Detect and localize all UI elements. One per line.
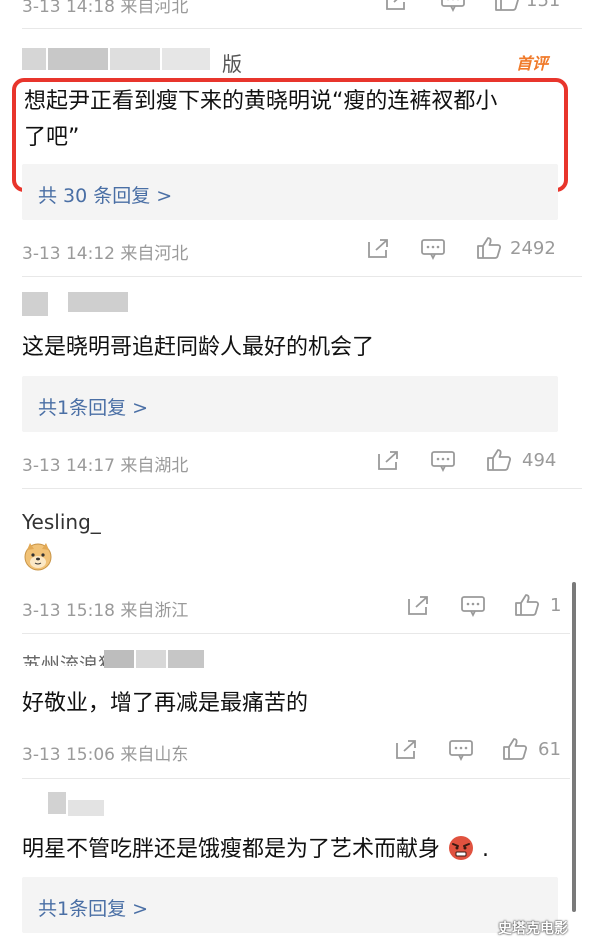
- username-blurred: [104, 650, 134, 668]
- like-button[interactable]: 1: [514, 593, 561, 617]
- view-replies-link[interactable]: 共 30 条回复 >: [38, 181, 172, 208]
- username-blurred: [68, 800, 104, 816]
- divider: [22, 276, 582, 277]
- username-blurred: [110, 48, 160, 70]
- username-blurred: [162, 48, 210, 70]
- view-replies-link[interactable]: 共1条回复 >: [38, 894, 148, 921]
- comment-content: 想起尹正看到瘦下来的黄晓明说“瘦的连裤衩都小: [24, 89, 498, 114]
- like-count: 151: [526, 0, 561, 11]
- comment-content: 这是晓明哥追赶同龄人最好的机会了: [22, 335, 375, 360]
- angry-emoji-icon: [447, 834, 475, 874]
- avatar: [22, 48, 46, 70]
- doge-emoji-icon: [22, 540, 54, 576]
- comment-content: 好敬业，增了再减是最痛苦的: [22, 691, 309, 716]
- avatar: [48, 792, 66, 814]
- like-count: 2492: [510, 237, 556, 259]
- divider: [22, 633, 570, 634]
- share-icon[interactable]: [394, 739, 418, 765]
- view-replies-link[interactable]: 共1条回复 >: [38, 393, 148, 420]
- comment-icon[interactable]: [440, 0, 466, 16]
- watermark: 史塔克电影: [498, 921, 568, 937]
- thumb-up-icon: [477, 237, 502, 259]
- username-fragment: 版: [222, 52, 242, 76]
- like-count: 494: [522, 449, 557, 471]
- comment-icon[interactable]: [448, 739, 474, 765]
- username-partial: 苏州流浪猫: [22, 654, 118, 666]
- comment-icon[interactable]: [460, 595, 486, 621]
- share-icon[interactable]: [384, 0, 408, 16]
- share-icon[interactable]: [406, 595, 430, 621]
- comment-content-continued: 了吧”: [24, 125, 80, 150]
- thumb-up-icon: [503, 738, 528, 760]
- avatar: [22, 292, 48, 316]
- thumb-up-icon: [495, 0, 519, 11]
- username-blurred: [168, 650, 204, 668]
- divider: [22, 488, 582, 489]
- username-blurred: [48, 48, 108, 70]
- comment-content: 明星不管吃胖还是饿瘦都是为了艺术而献身 .: [22, 832, 489, 874]
- username-blurred: [68, 292, 128, 312]
- thumb-up-icon: [515, 594, 540, 616]
- comment-meta: 3-13 14:12 来自河北: [22, 244, 189, 264]
- scrollbar-thumb[interactable]: [572, 582, 576, 912]
- like-button[interactable]: 494: [486, 448, 556, 472]
- divider: [22, 28, 582, 29]
- like-button[interactable]: 151: [494, 0, 560, 12]
- username[interactable]: Yesling_: [22, 510, 101, 534]
- comment-meta: 3-13 15:18 来自浙江: [22, 601, 189, 621]
- divider: [22, 778, 570, 779]
- thumb-up-icon: [487, 449, 512, 471]
- comment-meta: 3-13 15:06 来自山东: [22, 745, 189, 765]
- comment-icon[interactable]: [430, 450, 456, 476]
- share-icon[interactable]: [376, 450, 400, 476]
- like-button[interactable]: 2492: [476, 236, 556, 260]
- comment-icon[interactable]: [420, 238, 446, 264]
- like-button[interactable]: 61: [502, 737, 561, 761]
- like-count: 1: [550, 594, 562, 616]
- first-comment-badge: 首评: [516, 54, 549, 73]
- comment-meta: 3-13 14:18 来自河北: [22, 0, 189, 17]
- username-blurred: [136, 650, 166, 668]
- like-count: 61: [538, 738, 561, 760]
- comment-meta: 3-13 14:17 来自湖北: [22, 456, 189, 476]
- share-icon[interactable]: [366, 238, 390, 264]
